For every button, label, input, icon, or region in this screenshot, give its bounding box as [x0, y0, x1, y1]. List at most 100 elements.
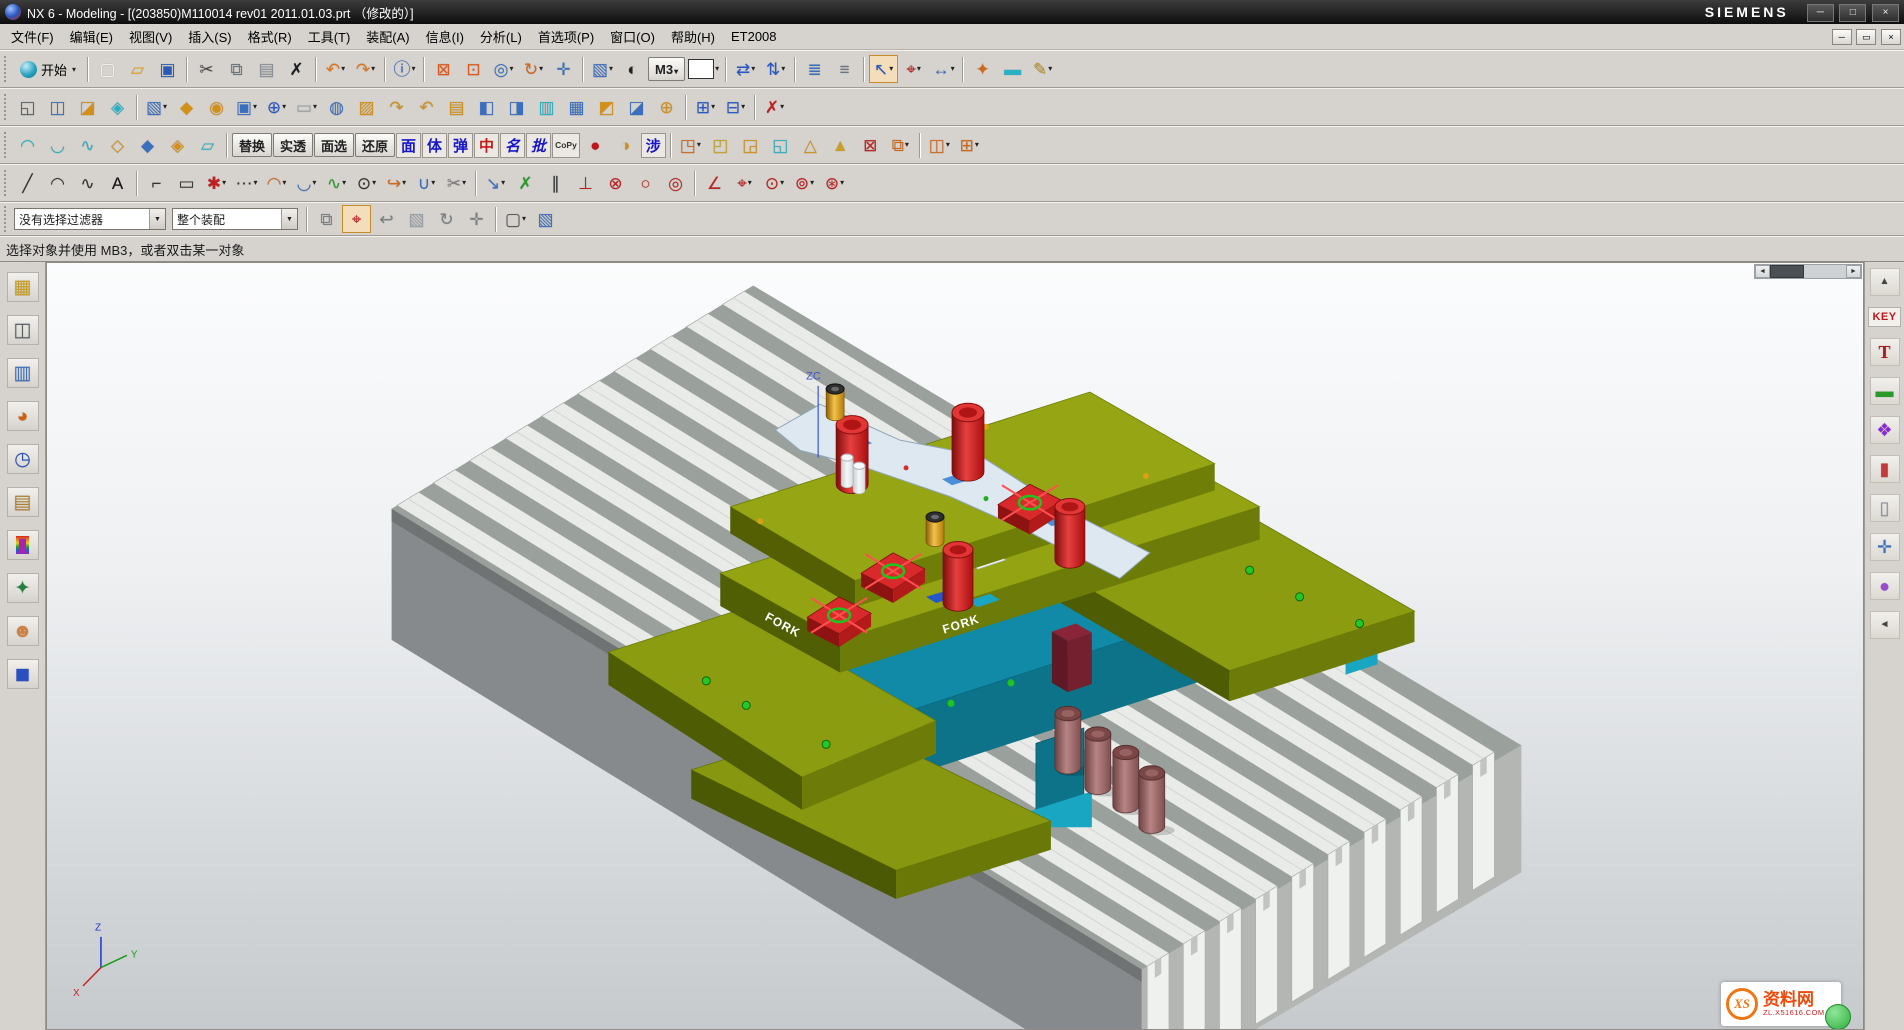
exclude-icon[interactable]: ⊠ — [856, 131, 885, 159]
nitrogen-cylinder[interactable] — [1055, 499, 1085, 569]
purple-cluster-icon[interactable]: ❖ — [1870, 416, 1900, 444]
rapid-dimension-icon[interactable]: ⌖▾ — [730, 169, 759, 197]
snap-point-button[interactable]: ⌖▾ — [899, 55, 928, 83]
dropdown-arrow-icon[interactable]: ▾ — [781, 65, 785, 73]
dropdown-arrow-icon[interactable]: ▾ — [674, 67, 678, 76]
dropdown-arrow-icon[interactable]: ▾ — [751, 65, 755, 73]
dropdown-arrow-icon[interactable]: ▾ — [431, 179, 435, 187]
selection-scope-combo[interactable]: 整个装配▼ — [172, 208, 298, 230]
snap-point-toggle[interactable]: ⌖ — [342, 205, 371, 233]
selection-filter-combo[interactable]: 没有选择过滤器▼ — [14, 208, 166, 230]
move-handle-icon[interactable]: ✛ — [462, 205, 491, 233]
dropdown-arrow-icon[interactable]: ▾ — [342, 179, 346, 187]
roles-people-icon[interactable]: ☻ — [7, 616, 39, 646]
dropdown-arrow-icon[interactable]: ▾ — [697, 141, 701, 149]
open-file-button[interactable]: ▱ — [123, 55, 152, 83]
trim-body-icon[interactable]: ◧ — [472, 93, 501, 121]
wave-point-icon[interactable]: ⊕▾ — [262, 93, 291, 121]
ruler-button[interactable]: ▬ — [998, 55, 1027, 83]
body-char-button[interactable]: 体 — [422, 133, 447, 158]
swept-icon[interactable]: ◡ — [43, 131, 72, 159]
revolve-icon[interactable]: ◆ — [172, 93, 201, 121]
mdi-restore-button[interactable]: ▭ — [1856, 29, 1876, 45]
unite-icon[interactable]: ▨ — [352, 93, 381, 121]
dropdown-arrow-icon[interactable]: ▾ — [780, 179, 784, 187]
close-button[interactable]: × — [1872, 4, 1899, 22]
dropdown-arrow-icon[interactable]: ▾ — [222, 179, 226, 187]
radius-dimension-icon[interactable]: ⊚▾ — [790, 169, 819, 197]
conic-icon[interactable]: ∿ — [73, 169, 102, 197]
nitrogen-cylinder[interactable] — [943, 542, 973, 612]
n-sided-surface-icon[interactable]: ◇ — [103, 131, 132, 159]
dropdown-arrow-icon[interactable]: ▾ — [282, 179, 286, 187]
menu-edit[interactable]: 编辑(E) — [62, 24, 121, 49]
shaded-view-button[interactable]: ▧▾ — [588, 55, 617, 83]
command-finder-button[interactable]: ⓘ▾ — [390, 55, 419, 83]
chevron-down-icon[interactable]: ▼ — [149, 209, 165, 229]
cut-button[interactable]: ✂ — [192, 55, 221, 83]
align-cube-icon[interactable]: ◱ — [766, 131, 795, 159]
dropdown-arrow-icon[interactable]: ▾ — [509, 65, 513, 73]
dropdown-arrow-icon[interactable]: ▾ — [462, 179, 466, 187]
copy-macro-button[interactable]: CoPy — [552, 133, 580, 158]
render-style-button[interactable]: ◐ — [618, 55, 647, 83]
edit-display-button[interactable]: ✦ — [968, 55, 997, 83]
spectrum-icon[interactable]: ▮ — [7, 530, 39, 560]
dropdown-arrow-icon[interactable]: ▾ — [609, 65, 613, 73]
perpendicular-constraint-icon[interactable]: ⊥ — [571, 169, 600, 197]
purple-ball-icon[interactable]: ● — [1870, 572, 1900, 600]
dropdown-arrow-icon[interactable]: ▾ — [741, 103, 745, 111]
offset-curve-icon[interactable]: ↪▾ — [382, 169, 411, 197]
split-body-icon[interactable]: ◨ — [502, 93, 531, 121]
face-char-button[interactable]: 面 — [396, 133, 421, 158]
angle-dimension-icon[interactable]: ∠ — [700, 169, 729, 197]
menu-assemblies[interactable]: 装配(A) — [358, 24, 417, 49]
dropdown-arrow-icon[interactable]: ▾ — [371, 65, 375, 73]
through-curves-icon[interactable]: ∿ — [73, 131, 102, 159]
spring-char-button[interactable]: 弹 — [448, 133, 473, 158]
trim-curve-icon[interactable]: ✂▾ — [442, 169, 471, 197]
join-curve-icon[interactable]: ∪▾ — [412, 169, 441, 197]
dropdown-arrow-icon[interactable]: ▾ — [975, 141, 979, 149]
face-select-button[interactable]: 面选 — [314, 133, 354, 157]
block-icon[interactable]: ▣▾ — [232, 93, 261, 121]
line-icon[interactable]: ╱ — [13, 169, 42, 197]
point-set-icon[interactable]: ⋯▾ — [232, 169, 261, 197]
dropdown-arrow-icon[interactable]: ▾ — [905, 141, 909, 149]
dropdown-arrow-icon[interactable]: ▾ — [501, 179, 505, 187]
dropdown-arrow-icon[interactable]: ▾ — [711, 103, 715, 111]
spline-icon[interactable]: ◡▾ — [292, 169, 321, 197]
measure-distance-button[interactable]: ↔▾ — [929, 55, 958, 83]
promote-body-icon[interactable]: ⊟▾ — [721, 93, 750, 121]
green-block-icon[interactable]: ▬ — [1870, 377, 1900, 405]
dropdown-arrow-icon[interactable]: ▾ — [312, 179, 316, 187]
restore-button[interactable]: 还原 — [355, 133, 395, 157]
shaded-cube-icon[interactable]: ▧ — [531, 205, 560, 233]
hole-icon[interactable]: ◉ — [202, 93, 231, 121]
dropdown-arrow-icon[interactable]: ▾ — [313, 103, 317, 111]
scroll-left-button[interactable]: ◄ — [1755, 265, 1770, 278]
scroll-right-button[interactable]: ► — [1846, 265, 1861, 278]
palette-collapse-button[interactable]: ◄ — [1870, 611, 1900, 639]
point-icon[interactable]: ✱▾ — [202, 169, 231, 197]
red-ball-icon[interactable]: ● — [581, 131, 610, 159]
more-dimension-icon[interactable]: ⊛▾ — [820, 169, 849, 197]
point-tool-icon[interactable]: ◈ — [103, 93, 132, 121]
save-button[interactable]: ▣ — [153, 55, 182, 83]
fillet-icon[interactable]: ◠▾ — [262, 169, 291, 197]
thicken-icon[interactable]: ▥ — [532, 93, 561, 121]
intersection-curve-icon[interactable]: ✗ — [511, 169, 540, 197]
dropdown-arrow-icon[interactable]: ▾ — [715, 65, 719, 73]
dropdown-arrow-icon[interactable]: ▾ — [951, 65, 955, 73]
minimize-button[interactable]: ─ — [1807, 4, 1834, 22]
dropdown-arrow-icon[interactable]: ▾ — [946, 141, 950, 149]
flange-icon[interactable]: ↶ — [412, 93, 441, 121]
sheet-icon[interactable]: ▭▾ — [292, 93, 321, 121]
dropdown-arrow-icon[interactable]: ▾ — [840, 179, 844, 187]
annotation-button[interactable]: ✎▾ — [1028, 55, 1057, 83]
view-m3-button[interactable]: M3▾ — [648, 57, 685, 81]
arc-icon[interactable]: ◠ — [43, 169, 72, 197]
general-selection-icon[interactable]: ⧉ — [312, 205, 341, 233]
dropdown-arrow-icon[interactable]: ▾ — [282, 103, 286, 111]
menu-preferences[interactable]: 首选项(P) — [530, 24, 602, 49]
